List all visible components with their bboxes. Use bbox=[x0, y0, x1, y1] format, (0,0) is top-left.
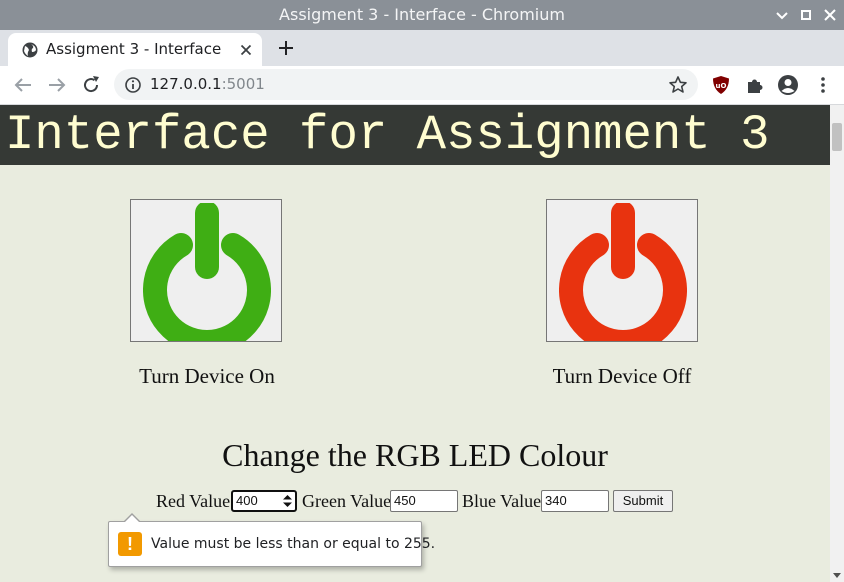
red-value-label: Red Value bbox=[156, 491, 231, 511]
green-value-input[interactable]: 450 bbox=[390, 490, 458, 512]
page-scrollbar[interactable] bbox=[830, 105, 844, 582]
power-on-icon bbox=[143, 203, 271, 341]
forward-arrow-icon[interactable] bbox=[46, 74, 68, 96]
new-tab-icon[interactable] bbox=[276, 38, 296, 58]
tab-strip: Assigment 3 - Interface bbox=[0, 30, 844, 66]
turn-off-label: Turn Device Off bbox=[552, 364, 692, 388]
tab-assignment-interface[interactable]: Assigment 3 - Interface bbox=[8, 33, 262, 66]
spinner-arrows-icon[interactable] bbox=[283, 495, 292, 507]
validation-tooltip: ! Value must be less than or equal to 25… bbox=[108, 513, 435, 567]
tooltip-notch-inner bbox=[124, 515, 140, 523]
green-value-text: 450 bbox=[394, 493, 416, 508]
close-icon bbox=[824, 9, 836, 21]
red-value-text: 400 bbox=[236, 493, 258, 508]
rgb-form: Red Value 400 Green Value 450 Blue Value… bbox=[0, 490, 830, 512]
warning-icon: ! bbox=[118, 532, 142, 556]
blue-value-label: Blue Value bbox=[462, 491, 542, 511]
maximize-button[interactable] bbox=[796, 5, 816, 25]
turn-on-button[interactable] bbox=[130, 199, 282, 342]
window-title: Assigment 3 - Interface - Chromium bbox=[279, 5, 565, 24]
turn-on-label: Turn Device On bbox=[139, 364, 275, 388]
address-bar[interactable]: 127.0.0.1:5001 bbox=[114, 69, 698, 100]
back-arrow-icon[interactable] bbox=[12, 74, 34, 96]
url-text: 127.0.0.1:5001 bbox=[150, 69, 265, 100]
page-header: Interface for Assignment 3 bbox=[0, 105, 830, 165]
rgb-heading: Change the RGB LED Colour bbox=[222, 437, 608, 473]
bookmark-star-icon[interactable] bbox=[668, 75, 688, 95]
svg-text:uO: uO bbox=[716, 82, 727, 90]
extensions-puzzle-icon[interactable] bbox=[744, 74, 766, 96]
page-viewport: Interface for Assignment 3 Turn Device O… bbox=[0, 105, 830, 582]
window-title-bar: Assigment 3 - Interface - Chromium bbox=[0, 0, 844, 30]
info-icon[interactable] bbox=[124, 76, 142, 94]
scrollbar-thumb[interactable] bbox=[832, 123, 842, 151]
maximize-icon bbox=[801, 10, 811, 20]
blue-value-text: 340 bbox=[545, 493, 567, 508]
red-value-input[interactable]: 400 bbox=[231, 490, 297, 512]
power-off-icon bbox=[559, 203, 687, 341]
submit-button[interactable]: Submit bbox=[613, 490, 673, 512]
url-port: :5001 bbox=[221, 75, 265, 93]
page-title: Interface for Assignment 3 bbox=[5, 107, 770, 163]
url-host: 127.0.0.1 bbox=[150, 75, 222, 93]
menu-kebab-icon[interactable] bbox=[812, 74, 834, 96]
minimize-button[interactable] bbox=[772, 5, 792, 25]
turn-off-button[interactable] bbox=[546, 199, 698, 342]
profile-avatar-icon[interactable] bbox=[777, 74, 799, 96]
browser-toolbar: 127.0.0.1:5001 uO bbox=[0, 66, 844, 105]
close-tab-icon[interactable] bbox=[238, 42, 254, 58]
scroll-down-arrow-icon[interactable] bbox=[833, 573, 841, 578]
chevron-down-icon bbox=[776, 12, 788, 20]
ublock-origin-icon[interactable]: uO bbox=[710, 74, 732, 96]
validation-message: Value must be less than or equal to 255. bbox=[151, 536, 436, 552]
tab-title: Assigment 3 - Interface bbox=[46, 40, 222, 58]
reload-icon[interactable] bbox=[80, 74, 102, 96]
globe-icon bbox=[22, 42, 38, 58]
close-window-button[interactable] bbox=[820, 5, 840, 25]
blue-value-input[interactable]: 340 bbox=[541, 490, 609, 512]
green-value-label: Green Value bbox=[302, 491, 392, 511]
